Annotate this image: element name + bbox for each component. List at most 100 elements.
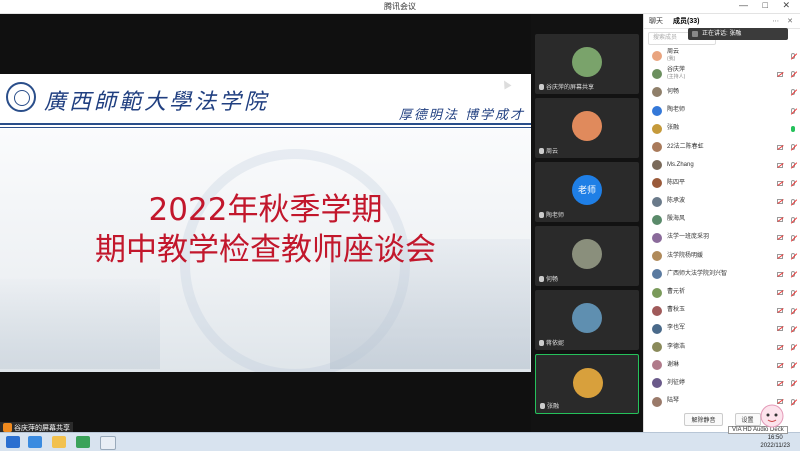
video-tile[interactable]: 蒋依妮: [535, 290, 639, 350]
mic-muted-icon[interactable]: [791, 144, 795, 151]
panel-controls[interactable]: ⋯ ✕: [767, 17, 800, 25]
tab-chat[interactable]: 聊天: [644, 16, 668, 26]
member-row[interactable]: 曹秋玉: [644, 302, 800, 320]
header-rule: [0, 123, 531, 125]
mic-muted-icon[interactable]: [791, 216, 795, 223]
video-tile[interactable]: 周云: [535, 98, 639, 158]
folder-icon[interactable]: [52, 436, 66, 448]
member-row[interactable]: Ms.Zhang: [644, 156, 800, 174]
camera-off-icon[interactable]: [777, 362, 783, 368]
mic-muted-icon[interactable]: [791, 234, 795, 241]
clock-date: 2022/11/23: [760, 443, 790, 449]
mic-muted-icon[interactable]: [791, 162, 795, 169]
unmute-all-button[interactable]: 解除静音: [684, 413, 723, 426]
tile-name: 张融: [547, 404, 560, 410]
member-row[interactable]: 周云 (我): [644, 47, 800, 65]
video-tile[interactable]: 何畅: [535, 226, 639, 286]
camera-off-icon[interactable]: [777, 199, 783, 205]
video-tile[interactable]: 谷庆萍的屏幕共享: [535, 34, 639, 94]
mic-icon: [539, 83, 544, 90]
video-tile[interactable]: 老师 陶老师: [535, 162, 639, 222]
camera-off-icon[interactable]: [777, 235, 783, 241]
member-name: 曹元祈: [667, 289, 686, 296]
tile-name: 何畅: [546, 277, 559, 283]
member-row[interactable]: 陈四平: [644, 174, 800, 192]
member-row[interactable]: 刘征婷: [644, 374, 800, 392]
camera-off-icon[interactable]: [777, 271, 783, 277]
member-avatar: [652, 123, 662, 134]
member-name: 陶老师: [667, 107, 686, 114]
member-name: 陈四平: [667, 179, 686, 186]
mic-muted-icon[interactable]: [791, 380, 795, 387]
camera-off-icon[interactable]: [777, 290, 783, 296]
camera-off-icon[interactable]: [777, 162, 783, 168]
share-icon: [3, 423, 12, 432]
mic-muted-icon[interactable]: [791, 344, 795, 351]
member-row[interactable]: 李也军: [644, 320, 800, 338]
member-avatar: [652, 69, 662, 80]
member-avatar: [652, 105, 662, 116]
member-row[interactable]: 何畅: [644, 83, 800, 101]
camera-off-icon[interactable]: [777, 144, 783, 150]
mic-muted-icon[interactable]: [791, 307, 795, 314]
mic-muted-icon[interactable]: [791, 253, 795, 260]
avatar: 老师: [572, 175, 602, 205]
mic-icon: [539, 211, 544, 218]
member-name: 谷庆萍 (主持人): [667, 67, 777, 81]
camera-off-icon[interactable]: [777, 380, 783, 386]
camera-off-icon[interactable]: [777, 180, 783, 186]
member-name: 李德浩: [667, 343, 686, 350]
member-name: 周云 (我): [667, 49, 791, 63]
camera-off-icon[interactable]: [777, 253, 783, 259]
mic-muted-icon[interactable]: [791, 325, 795, 332]
mic-muted-icon[interactable]: [791, 53, 795, 60]
member-row[interactable]: 谷庆萍 (主持人): [644, 65, 800, 83]
excel-icon[interactable]: [76, 436, 90, 448]
member-avatar: [652, 378, 662, 389]
window-controls[interactable]: — □ ✕: [739, 0, 796, 11]
camera-off-icon[interactable]: [777, 326, 783, 332]
mic-muted-icon[interactable]: [791, 198, 795, 205]
shared-slide: 廣西師範大學法学院 厚德明法 博学成才 2022年秋季学期 期中教学检查教师座谈…: [0, 74, 531, 372]
system-clock[interactable]: 16:50 2022/11/23: [760, 434, 790, 450]
member-row[interactable]: 张融: [644, 120, 800, 138]
mic-icon: [539, 339, 544, 346]
member-name: 刘征婷: [667, 379, 686, 386]
camera-off-icon[interactable]: [777, 308, 783, 314]
start-icon[interactable]: [6, 436, 20, 448]
tab-members[interactable]: 成员(33): [668, 16, 704, 26]
member-row[interactable]: 殷海风: [644, 211, 800, 229]
mic-muted-icon[interactable]: [791, 107, 795, 114]
mic-muted-icon[interactable]: [791, 271, 795, 278]
member-row[interactable]: 法学一班庞采羽: [644, 229, 800, 247]
slide-title-line-1: 2022年秋季学期: [148, 192, 383, 228]
tile-name: 陶老师: [546, 213, 565, 219]
member-row[interactable]: 陶老师: [644, 102, 800, 120]
browser-icon[interactable]: [28, 436, 42, 448]
member-avatar: [652, 305, 662, 316]
app-icon[interactable]: [100, 436, 116, 450]
video-tile-active-speaker[interactable]: 张融: [535, 354, 639, 414]
camera-off-icon[interactable]: [777, 344, 783, 350]
member-row[interactable]: 22法二陈春虹: [644, 138, 800, 156]
member-avatar: [652, 396, 662, 407]
member-row[interactable]: 谢琳: [644, 356, 800, 374]
camera-off-icon[interactable]: [777, 217, 783, 223]
mic-muted-icon[interactable]: [791, 362, 795, 369]
member-row[interactable]: 法学院杨明媛: [644, 247, 800, 265]
mic-icon: [540, 402, 545, 409]
header-rule-thin: [0, 127, 531, 128]
mic-muted-icon[interactable]: [791, 289, 795, 296]
member-role: (主持人): [667, 74, 686, 81]
camera-off-icon[interactable]: [777, 71, 783, 77]
mic-on-icon[interactable]: [791, 125, 795, 132]
member-row[interactable]: 曹元祈: [644, 283, 800, 301]
member-row[interactable]: 广西师大法学院刘兴智: [644, 265, 800, 283]
member-avatar: [652, 142, 662, 153]
member-row[interactable]: 李德浩: [644, 338, 800, 356]
member-name: 何畅: [667, 88, 680, 95]
mic-muted-icon[interactable]: [791, 71, 795, 78]
mic-muted-icon[interactable]: [791, 180, 795, 187]
mic-muted-icon[interactable]: [791, 89, 795, 96]
member-row[interactable]: 陈承波: [644, 193, 800, 211]
